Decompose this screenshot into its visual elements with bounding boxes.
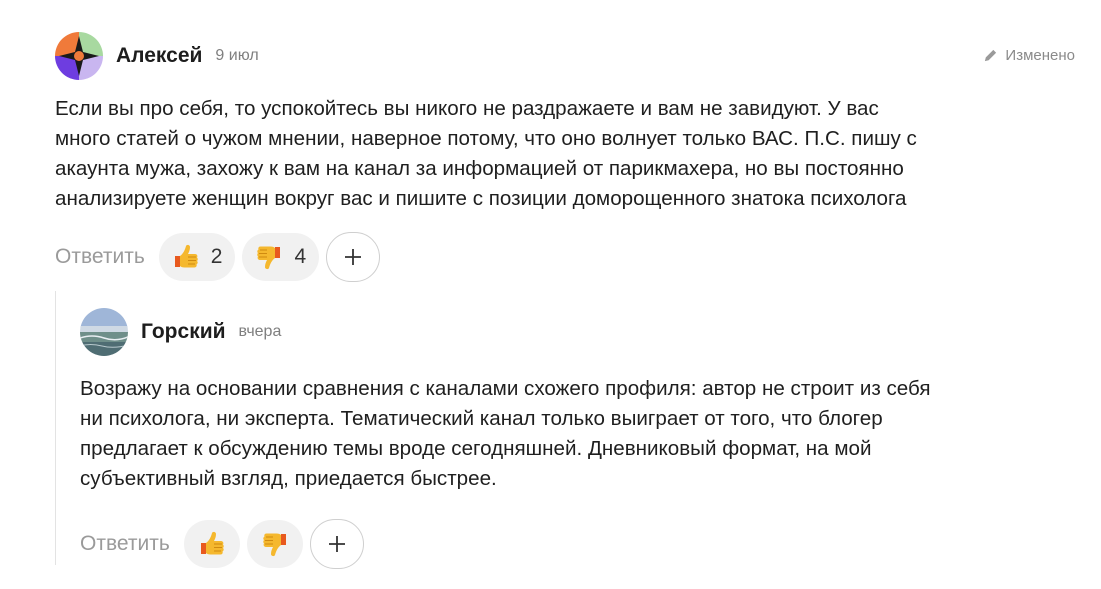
comment-text: Возражу на основании сравнения с каналам… [80,374,1080,494]
dislike-button[interactable]: 4 [242,233,320,281]
comment-actions: Ответить 2 4 [55,232,1085,282]
reply-button[interactable]: Ответить [80,532,170,556]
plus-icon [343,247,363,267]
author-name[interactable]: Горский [141,320,226,344]
dislike-button[interactable] [246,520,303,568]
comment-line: много статей о чужом мнении, наверное по… [55,127,917,150]
like-count: 2 [210,245,223,268]
thumbs-down-icon [255,243,283,271]
comment-date: вчера [238,323,282,340]
reply-button[interactable]: Ответить [55,245,145,269]
avatar[interactable] [55,32,103,80]
thumbs-up-icon [172,243,200,271]
comment-text: Если вы про себя, то успокойтесь вы нико… [55,94,1075,214]
thread-line [55,291,56,565]
edited-badge: Изменено [983,47,1075,64]
like-button[interactable] [183,520,240,568]
comment-line: предлагает к обсуждению темы вроде сегод… [80,437,872,460]
comment-aleksey: Алексей 9 июл Изменено Если вы про себя,… [55,32,1085,282]
comment-line: Возражу на основании сравнения с каналам… [80,377,931,400]
comment-actions: Ответить [80,519,1090,569]
dislike-count: 4 [294,245,307,268]
comment-gorsky: Горский вчера Возражу на основании сравн… [80,308,1090,569]
comment-line: акаунта мужа, захожу к вам на канал за и… [55,157,904,180]
comment-header: Горский вчера [80,308,1090,356]
add-reaction-button[interactable] [309,519,364,569]
author-name[interactable]: Алексей [116,44,202,68]
avatar[interactable] [80,308,128,356]
plus-icon [327,534,347,554]
comment-date: 9 июл [215,47,259,64]
comment-line: анализируете женщин вокруг вас и пишите … [55,187,907,210]
like-button[interactable]: 2 [158,233,236,281]
pencil-icon [985,49,997,62]
add-reaction-button[interactable] [326,232,381,282]
comment-line: ни психолога, ни эксперта. Тематический … [80,407,883,430]
thumbs-up-icon [198,530,226,558]
comment-header: Алексей 9 июл [55,32,1085,80]
comment-line: субъективный взгляд, приедается быстрее. [80,467,497,490]
edited-label: Изменено [1005,47,1075,64]
thumbs-down-icon [261,530,289,558]
comment-line: Если вы про себя, то успокойтесь вы нико… [55,97,879,120]
